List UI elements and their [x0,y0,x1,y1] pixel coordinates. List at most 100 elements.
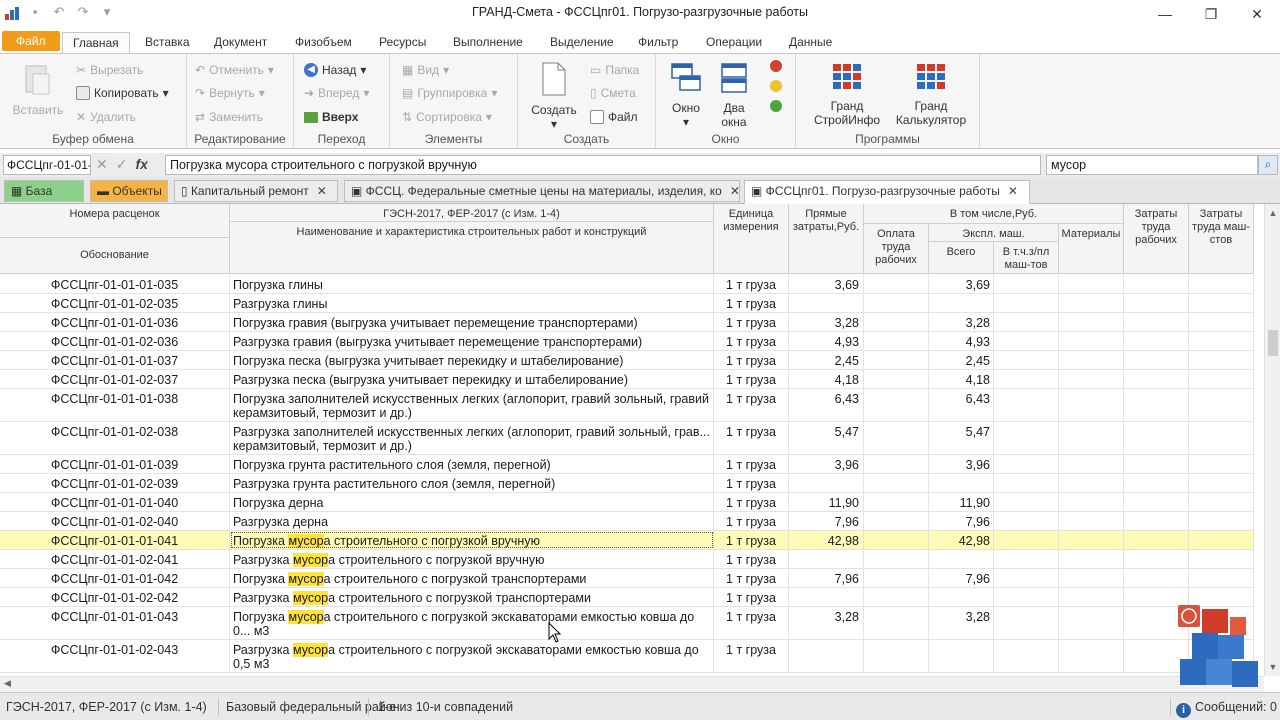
row-labor-pay[interactable] [864,351,929,369]
row-code[interactable]: ФССЦпг-01-01-02-043 [0,640,230,672]
row-direct-cost[interactable] [789,294,864,312]
row-labor-pay[interactable] [864,294,929,312]
table-row[interactable]: ФССЦпг-01-01-02-040 Разгрузка дерна 1 т гр… [0,512,1254,531]
row-labor-machinists[interactable] [1189,422,1254,454]
row-labor-workers[interactable] [1124,512,1189,530]
row-labor-machinists[interactable] [1189,474,1254,492]
row-name[interactable]: Погрузка мусора строительного с погрузко… [230,569,714,587]
row-name[interactable]: Погрузка мусора строительного с погрузко… [230,607,714,639]
row-direct-cost[interactable]: 4,93 [789,332,864,350]
row-unit[interactable]: 1 т груза [714,640,789,672]
delete-button[interactable]: ✕ Удалить [76,110,136,124]
row-name[interactable]: Погрузка песка (выгрузка учитывает перек… [230,351,714,369]
row-machines-total[interactable]: 3,28 [929,607,994,639]
tab-insert[interactable]: Вставка [135,32,200,54]
row-code[interactable]: ФССЦпг-01-01-01-035 [0,275,230,293]
row-code[interactable]: ФССЦпг-01-01-01-037 [0,351,230,369]
row-labor-pay[interactable] [864,332,929,350]
back-button[interactable]: ◀ Назад ▾ [304,63,366,77]
row-labor-pay[interactable] [864,569,929,587]
confirm-icon[interactable]: ✓ [116,156,128,173]
tab-operations[interactable]: Операции [696,32,772,54]
row-labor-pay[interactable] [864,422,929,454]
row-direct-cost[interactable]: 3,28 [789,607,864,639]
row-code[interactable]: ФССЦпг-01-01-02-036 [0,332,230,350]
row-labor-workers[interactable] [1124,294,1189,312]
row-machines-total[interactable]: 3,69 [929,275,994,293]
row-name[interactable]: Погрузка гравия (выгрузка учитывает пере… [230,313,714,331]
row-labor-workers[interactable] [1124,370,1189,388]
table-row[interactable]: ФССЦпг-01-01-02-037 Разгрузка песка (выгр… [0,370,1254,389]
row-machinist-pay[interactable] [994,294,1059,312]
row-machinist-pay[interactable] [994,422,1059,454]
row-labor-machinists[interactable] [1189,294,1254,312]
status-norm-base[interactable]: ГЭСН-2017, ФЕР-2017 (с Изм. 1-4) [6,700,207,714]
row-labor-pay[interactable] [864,607,929,639]
row-name[interactable]: Разгрузка грунта растительного слоя (зем… [230,474,714,492]
row-code[interactable]: ФССЦпг-01-01-02-040 [0,512,230,530]
row-code[interactable]: ФССЦпг-01-01-02-037 [0,370,230,388]
header-name[interactable]: Наименование и характеристика строительн… [230,222,714,274]
row-code[interactable]: ФССЦпг-01-01-01-043 [0,607,230,639]
table-row[interactable]: ФССЦпг-01-01-01-042 Погрузка мусора строи… [0,569,1254,588]
row-machines-total[interactable]: 11,90 [929,493,994,511]
row-unit[interactable]: 1 т груза [714,569,789,587]
table-row[interactable]: ФССЦпг-01-01-01-035 Погрузка глины 1 т гру… [0,275,1254,294]
row-name[interactable]: Погрузка грунта растительного слоя (земл… [230,455,714,473]
row-materials[interactable] [1059,332,1124,350]
close-button[interactable]: ✕ [1234,0,1280,28]
row-labor-pay[interactable] [864,512,929,530]
row-name[interactable]: Разгрузка мусора строительного с погрузк… [230,550,714,568]
row-materials[interactable] [1059,351,1124,369]
close-tab-icon[interactable]: ✕ [1008,184,1018,198]
row-unit[interactable]: 1 т груза [714,512,789,530]
row-machinist-pay[interactable] [994,588,1059,606]
row-labor-pay[interactable] [864,531,929,549]
row-labor-workers[interactable] [1124,313,1189,331]
row-unit[interactable]: 1 т груза [714,313,789,331]
tab-objects[interactable]: ▬ Объекты [90,180,168,202]
header-labor-machinists[interactable]: Затраты труда маш-стов [1189,204,1254,274]
row-labor-machinists[interactable] [1189,332,1254,350]
row-direct-cost[interactable]: 42,98 [789,531,864,549]
row-machines-total[interactable]: 3,28 [929,313,994,331]
header-labor-pay[interactable]: Оплата труда рабочих [864,224,929,274]
tab-execution[interactable]: Выполнение [443,32,533,54]
table-row[interactable]: ФССЦпг-01-01-02-042 Разгрузка мусора стро… [0,588,1254,607]
row-labor-workers[interactable] [1124,569,1189,587]
row-unit[interactable]: 1 т груза [714,531,789,549]
row-machines-total[interactable]: 42,98 [929,531,994,549]
name-box[interactable]: ФССЦпг-01-01- [3,155,91,175]
row-code[interactable]: ФССЦпг-01-01-02-035 [0,294,230,312]
redo-button[interactable]: ↷ Вернуть ▾ [195,86,265,100]
row-machines-total[interactable]: 6,43 [929,389,994,421]
row-machinist-pay[interactable] [994,332,1059,350]
row-labor-machinists[interactable] [1189,275,1254,293]
row-labor-machinists[interactable] [1189,493,1254,511]
row-labor-workers[interactable] [1124,332,1189,350]
sorting-button[interactable]: ⇅ Сортировка ▾ [402,110,492,124]
row-direct-cost[interactable] [789,640,864,672]
row-code[interactable]: ФССЦпг-01-01-01-036 [0,313,230,331]
up-button[interactable]: Вверх [304,110,358,124]
minimize-button[interactable]: — [1142,0,1188,28]
paste-button[interactable]: Вставить [8,62,68,117]
row-labor-pay[interactable] [864,455,929,473]
row-machines-total[interactable]: 7,96 [929,512,994,530]
tab-data[interactable]: Данные [779,32,842,54]
row-code[interactable]: ФССЦпг-01-01-01-040 [0,493,230,511]
row-machinist-pay[interactable] [994,351,1059,369]
row-name[interactable]: Разгрузка песка (выгрузка учитывает пере… [230,370,714,388]
table-row[interactable]: ФССЦпг-01-01-01-041 Погрузка мусора строи… [0,531,1254,550]
close-tab-icon[interactable]: ✕ [317,184,327,198]
header-machines-total[interactable]: Всего [929,242,994,274]
row-code[interactable]: ФССЦпг-01-01-02-038 [0,422,230,454]
row-materials[interactable] [1059,422,1124,454]
tab-selection[interactable]: Выделение [540,32,624,54]
row-unit[interactable]: 1 т груза [714,389,789,421]
row-unit[interactable]: 1 т груза [714,550,789,568]
tab-filter[interactable]: Фильтр [628,32,688,54]
view-button[interactable]: ▦ Вид ▾ [402,63,449,77]
row-direct-cost[interactable]: 11,90 [789,493,864,511]
table-row[interactable]: ФССЦпг-01-01-02-036 Разгрузка гравия (выг… [0,332,1254,351]
